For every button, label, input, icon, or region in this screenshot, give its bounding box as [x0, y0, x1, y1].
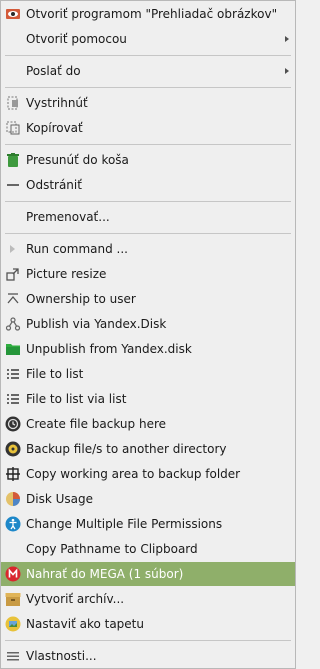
properties-icon: [5, 648, 21, 664]
working-area-icon: [5, 466, 21, 482]
menu-item-backup-to-directory[interactable]: Backup file/s to another directory: [1, 437, 295, 461]
folder-green-icon: [5, 341, 21, 357]
menu-item-open-with-image-viewer[interactable]: Otvoriť programom "Prehliadač obrázkov": [1, 2, 295, 26]
menu-item-upload-to-mega[interactable]: Nahrať do MEGA (1 súbor): [1, 562, 295, 586]
menu-item-label: Odstrániť: [26, 178, 82, 192]
menu-item-label: Vlastnosti...: [26, 649, 97, 663]
menu-item-copy[interactable]: Kopírovať: [1, 116, 295, 140]
image-viewer-eye-icon: [5, 6, 21, 22]
menu-item-run-command[interactable]: Run command ...: [1, 237, 295, 261]
separator: [5, 640, 291, 641]
list-icon: [5, 391, 21, 407]
menu-item-label: Backup file/s to another directory: [26, 442, 227, 456]
wallpaper-icon: [5, 616, 21, 632]
separator: [5, 87, 291, 88]
menu-item-label: Create file backup here: [26, 417, 167, 431]
trash-icon: [5, 152, 21, 168]
menu-item-label: Picture resize: [26, 267, 107, 281]
menu-item-label: Otvoriť programom "Prehliadač obrázkov": [26, 7, 278, 21]
cut-icon: [5, 95, 21, 111]
menu-item-set-as-wallpaper[interactable]: Nastaviť ako tapetu: [1, 612, 295, 636]
menu-item-label: Kopírovať: [26, 121, 83, 135]
menu-item-label: Poslať do: [26, 64, 81, 78]
menu-item-label: Ownership to user: [26, 292, 136, 306]
menu-item-label: Disk Usage: [26, 492, 93, 506]
menu-item-label: Change Multiple File Permissions: [26, 517, 223, 531]
picture-resize-icon: [5, 266, 21, 282]
menu-item-ownership-to-user[interactable]: Ownership to user: [1, 287, 295, 311]
publish-share-icon: [5, 316, 21, 332]
separator: [5, 201, 291, 202]
archive-box-icon: [5, 591, 21, 607]
menu-item-label: Presunúť do koša: [26, 153, 129, 167]
menu-item-label: File to list: [26, 367, 84, 381]
menu-item-create-file-backup[interactable]: Create file backup here: [1, 412, 295, 436]
separator: [5, 144, 291, 145]
menu-item-create-archive[interactable]: Vytvoriť archív...: [1, 587, 295, 611]
accessibility-permissions-icon: [5, 516, 21, 532]
menu-item-label: Otvoriť pomocou: [26, 32, 127, 46]
menu-item-label: Copy Pathname to Clipboard: [26, 542, 198, 556]
submenu-arrow-icon: [285, 68, 289, 74]
menu-item-picture-resize[interactable]: Picture resize: [1, 262, 295, 286]
menu-item-file-to-list-via-list[interactable]: File to list via list: [1, 387, 295, 411]
run-command-arrow-icon: [5, 241, 21, 257]
list-icon: [5, 366, 21, 382]
menu-item-copy-pathname[interactable]: Copy Pathname to Clipboard: [1, 537, 295, 561]
submenu-arrow-icon: [285, 36, 289, 42]
menu-item-disk-usage[interactable]: Disk Usage: [1, 487, 295, 511]
context-menu: Otvoriť programom "Prehliadač obrázkov" …: [0, 0, 296, 669]
menu-item-properties[interactable]: Vlastnosti...: [1, 644, 295, 668]
menu-item-file-to-list[interactable]: File to list: [1, 362, 295, 386]
ownership-icon: [5, 291, 21, 307]
menu-item-label: Copy working area to backup folder: [26, 467, 241, 481]
menu-item-label: Vytvoriť archív...: [26, 592, 125, 606]
separator: [5, 233, 291, 234]
menu-item-rename[interactable]: Premenovať...: [1, 205, 295, 229]
backup-clock-icon: [5, 416, 21, 432]
separator: [5, 55, 291, 56]
mega-logo-icon: [5, 566, 21, 582]
menu-item-label: Unpublish from Yandex.disk: [26, 342, 192, 356]
menu-item-label: Run command ...: [26, 242, 128, 256]
backup-disc-icon: [5, 441, 21, 457]
disk-usage-pie-icon: [5, 491, 21, 507]
menu-item-label: Vystrihnúť: [26, 96, 88, 110]
menu-item-delete[interactable]: Odstrániť: [1, 173, 295, 197]
menu-item-label: Publish via Yandex.Disk: [26, 317, 167, 331]
menu-item-label: Nastaviť ako tapetu: [26, 617, 144, 631]
menu-item-copy-working-area[interactable]: Copy working area to backup folder: [1, 462, 295, 486]
menu-item-cut[interactable]: Vystrihnúť: [1, 91, 295, 115]
menu-item-open-with[interactable]: Otvoriť pomocou: [1, 27, 295, 51]
delete-icon: [5, 177, 21, 193]
menu-item-publish-yandex[interactable]: Publish via Yandex.Disk: [1, 312, 295, 336]
copy-icon: [5, 120, 21, 136]
menu-item-label: Nahrať do MEGA (1 súbor): [26, 567, 184, 581]
menu-item-move-to-trash[interactable]: Presunúť do koša: [1, 148, 295, 172]
menu-item-change-permissions[interactable]: Change Multiple File Permissions: [1, 512, 295, 536]
menu-item-send-to[interactable]: Poslať do: [1, 59, 295, 83]
menu-item-unpublish-yandex[interactable]: Unpublish from Yandex.disk: [1, 337, 295, 361]
menu-item-label: File to list via list: [26, 392, 127, 406]
menu-item-label: Premenovať...: [26, 210, 110, 224]
